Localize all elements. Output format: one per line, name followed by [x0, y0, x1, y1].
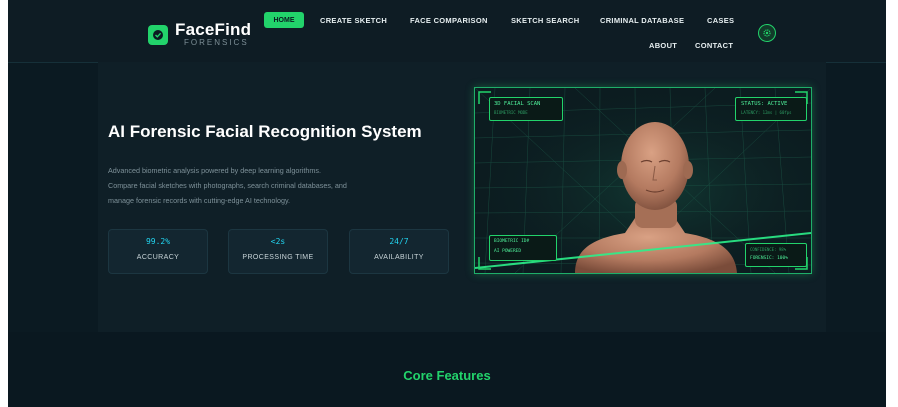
brand-title[interactable]: FaceFind — [175, 20, 251, 40]
nav-sketch-search[interactable]: SKETCH SEARCH — [511, 16, 580, 25]
scan-latency: LATENCY: 12ms | 60fps — [741, 110, 792, 115]
scan-confidence-panel: CONFIDENCE: 98% FORENSIC: 100% — [745, 243, 807, 267]
nav-criminal-database[interactable]: CRIMINAL DATABASE — [600, 16, 684, 25]
stat-card-processing-time: <2s PROCESSING TIME — [228, 229, 328, 274]
scan-ai: AI POWERED — [494, 249, 522, 254]
check-icon — [153, 30, 163, 40]
nav-home[interactable]: HOME — [264, 12, 304, 28]
logo-icon[interactable] — [148, 25, 168, 45]
scan-status: STATUS: ACTIVE — [741, 101, 788, 107]
hero-description-line: manage forensic records with cutting-edg… — [108, 196, 291, 205]
hero-description-line: Compare facial sketches with photographs… — [108, 181, 347, 190]
nav-face-comparison[interactable]: FACE COMPARISON — [410, 16, 488, 25]
nav-create-sketch[interactable]: CREATE SKETCH — [320, 16, 387, 25]
navbar: FaceFind FORENSICS HOME CREATE SKETCH FA… — [8, 0, 886, 63]
scan-id: BIOMETRIC ID# — [494, 239, 530, 244]
gear-icon — [763, 29, 771, 37]
stat-card-availability: 24/7 AVAILABILITY — [349, 229, 449, 274]
stat-card-accuracy: 99.2% ACCURACY — [108, 229, 208, 274]
stat-value: 24/7 — [389, 237, 409, 246]
stat-label: AVAILABILITY — [374, 254, 424, 261]
stat-label: PROCESSING TIME — [242, 254, 314, 261]
scan-sublabel: BIOMETRIC MODE — [494, 110, 528, 115]
stat-value: <2s — [270, 237, 286, 246]
stat-value: 99.2% — [145, 237, 171, 246]
scan-id-panel: BIOMETRIC ID# AI POWERED — [489, 235, 557, 261]
nav-contact[interactable]: CONTACT — [695, 41, 733, 50]
scan-confidence: CONFIDENCE: 98% — [750, 247, 787, 252]
page: FaceFind FORENSICS HOME CREATE SKETCH FA… — [8, 0, 886, 407]
section-title-core-features: Core Features — [403, 368, 491, 383]
brand-subtitle: FORENSICS — [184, 38, 249, 47]
scan-forensic: FORENSIC: 100% — [750, 256, 788, 261]
scan-info-panel: 3D FACIAL SCAN BIOMETRIC MODE — [489, 97, 563, 121]
scan-label: 3D FACIAL SCAN — [494, 101, 541, 107]
nav-about[interactable]: ABOUT — [649, 41, 677, 50]
hero-description-line: Advanced biometric analysis powered by d… — [108, 166, 321, 175]
scan-status-panel: STATUS: ACTIVE LATENCY: 12ms | 60fps — [735, 97, 807, 121]
hero-title: AI Forensic Facial Recognition System — [108, 122, 422, 141]
facial-scan-viewer: 3D FACIAL SCAN BIOMETRIC MODE STATUS: AC… — [474, 87, 812, 274]
stat-label: ACCURACY — [136, 254, 180, 261]
nav-cases[interactable]: CASES — [707, 16, 734, 25]
theme-toggle-button[interactable] — [758, 24, 776, 42]
